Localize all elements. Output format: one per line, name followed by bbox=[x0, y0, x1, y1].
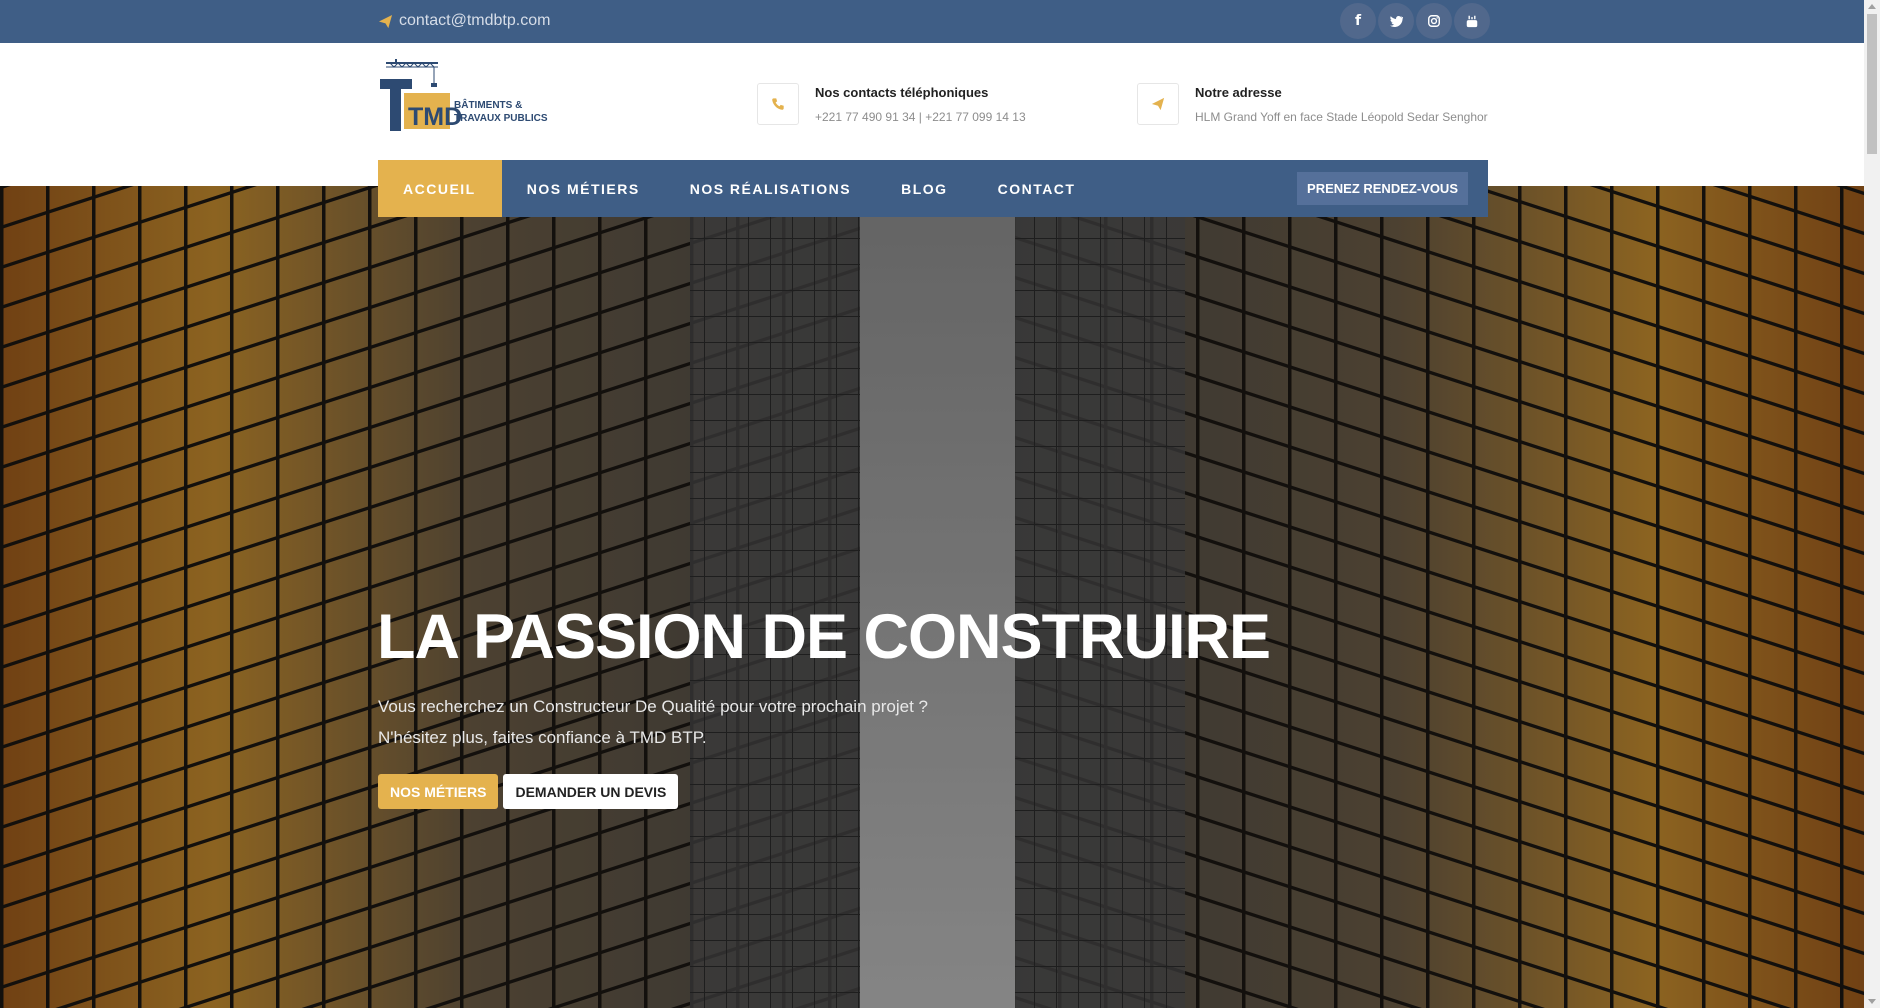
social-links: f bbox=[1340, 3, 1490, 39]
address-title: Notre adresse bbox=[1195, 85, 1282, 100]
email-text: contact@tmdbtp.com bbox=[399, 12, 551, 29]
phone-contact: Nos contacts téléphoniques +221 77 490 9… bbox=[757, 83, 1026, 125]
top-bar: contact@tmdbtp.com f bbox=[0, 0, 1864, 43]
address-contact: Notre adresse HLM Grand Yoff en face Sta… bbox=[1137, 83, 1488, 125]
hero-title: LA PASSION DE CONSTRUIRE bbox=[377, 602, 1271, 672]
hero-section: LA PASSION DE CONSTRUIRE Vous recherchez… bbox=[0, 186, 1864, 1008]
svg-text:BÂTIMENTS &: BÂTIMENTS & bbox=[454, 98, 522, 111]
paper-plane-icon bbox=[1151, 97, 1165, 111]
hero-buttons: NOS MÉTIERS DEMANDER UN DEVIS bbox=[378, 774, 679, 809]
tmd-crane-logo: TMD BÂTIMENTS & TRAVAUX PUBLICS bbox=[380, 59, 548, 131]
nav-item-accueil[interactable]: ACCUEIL bbox=[378, 160, 502, 217]
hero-subtitle-line-1: Vous recherchez un Constructeur De Quali… bbox=[378, 697, 928, 716]
facebook-icon[interactable]: f bbox=[1340, 3, 1376, 39]
email-link[interactable]: contact@tmdbtp.com bbox=[378, 12, 550, 30]
phone-title: Nos contacts téléphoniques bbox=[815, 85, 989, 100]
hero-background-image bbox=[0, 186, 1864, 1008]
appointment-button[interactable]: PRENEZ RENDEZ-VOUS bbox=[1297, 172, 1468, 205]
address-value: HLM Grand Yoff en face Stade Léopold Sed… bbox=[1195, 110, 1488, 124]
twitter-icon[interactable] bbox=[1378, 3, 1414, 39]
phone-icon-box bbox=[757, 83, 799, 125]
svg-text:TRAVAUX PUBLICS: TRAVAUX PUBLICS bbox=[454, 113, 548, 124]
nav-item-contact[interactable]: CONTACT bbox=[973, 160, 1101, 217]
scrollbar-thumb[interactable] bbox=[1867, 14, 1877, 154]
logo[interactable]: TMD BÂTIMENTS & TRAVAUX PUBLICS bbox=[378, 57, 558, 137]
paper-plane-icon bbox=[378, 14, 393, 28]
youtube-icon[interactable] bbox=[1454, 3, 1490, 39]
main-nav: ACCUEIL NOS MÉTIERS NOS RÉALISATIONS BLO… bbox=[378, 160, 1488, 217]
scroll-down-arrow-icon[interactable] bbox=[1868, 999, 1876, 1004]
page-scrollbar[interactable] bbox=[1864, 0, 1880, 1008]
nos-metiers-button[interactable]: NOS MÉTIERS bbox=[378, 774, 499, 809]
scroll-up-arrow-icon[interactable] bbox=[1868, 4, 1876, 9]
nav-item-nos-metiers[interactable]: NOS MÉTIERS bbox=[502, 160, 665, 217]
instagram-icon[interactable] bbox=[1416, 3, 1452, 39]
nav-item-blog[interactable]: BLOG bbox=[876, 160, 972, 217]
nav-item-nos-realisations[interactable]: NOS RÉALISATIONS bbox=[665, 160, 876, 217]
address-icon-box bbox=[1137, 83, 1179, 125]
hero-subtitle-line-2: N'hésitez plus, faites confiance à TMD B… bbox=[378, 728, 707, 747]
demander-devis-button[interactable]: DEMANDER UN DEVIS bbox=[503, 774, 679, 809]
phone-icon bbox=[772, 98, 784, 110]
hero-subtitle: Vous recherchez un Constructeur De Quali… bbox=[378, 691, 928, 753]
phone-numbers[interactable]: +221 77 490 91 34 | +221 77 099 14 13 bbox=[815, 110, 1026, 124]
